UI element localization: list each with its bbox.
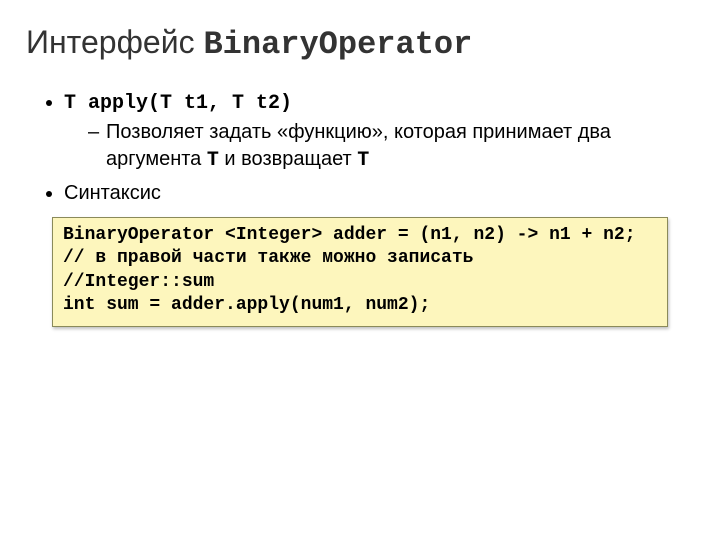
sub1-mid: и возвращает bbox=[219, 148, 357, 170]
sub-item-1: Позволяет задать «функцию», которая прин… bbox=[88, 119, 694, 174]
slide-title: Интерфейс BinaryOperator bbox=[26, 24, 694, 63]
bullet-item-1: T apply(T t1, T t2) Позволяет задать «фу… bbox=[64, 89, 694, 174]
bullet-item-2: Синтаксис bbox=[64, 180, 694, 207]
sub-list: Позволяет задать «функцию», которая прин… bbox=[64, 119, 694, 174]
title-mono: BinaryOperator bbox=[203, 26, 472, 63]
sub1-t2: T bbox=[357, 149, 369, 172]
sub1-t1: T bbox=[207, 149, 219, 172]
bullet-1-code: T apply(T t1, T t2) bbox=[64, 92, 292, 115]
bullet-list: T apply(T t1, T t2) Позволяет задать «фу… bbox=[26, 89, 694, 207]
title-prefix: Интерфейс bbox=[26, 24, 203, 60]
bullet-2-text: Синтаксис bbox=[64, 182, 161, 204]
code-block: BinaryOperator <Integer> adder = (n1, n2… bbox=[52, 217, 668, 327]
